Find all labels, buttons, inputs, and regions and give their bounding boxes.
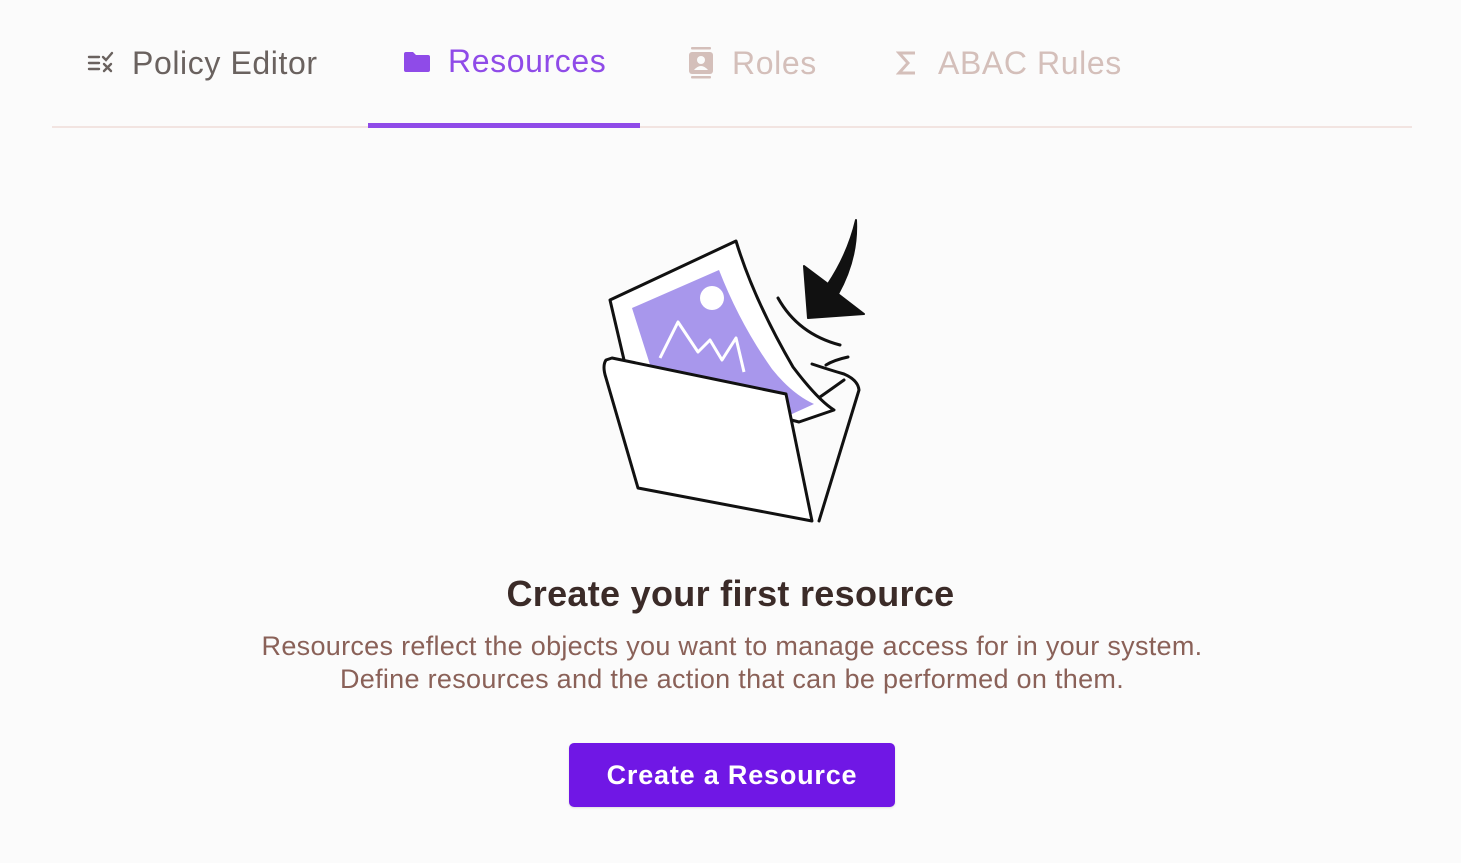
list-check-icon	[86, 48, 116, 78]
tab-label: Policy Editor	[132, 44, 318, 81]
sigma-icon	[892, 48, 922, 78]
tab-resources[interactable]: Resources	[368, 0, 641, 128]
folder-icon	[402, 47, 432, 77]
tab-bar: Policy Editor Resources Roles ABAC Rules	[52, 0, 1412, 128]
tab-label: Resources	[448, 43, 607, 79]
folder-with-image-illustration	[594, 214, 874, 534]
tab-label: Roles	[732, 44, 817, 81]
empty-state-title: Create your first resource	[506, 573, 955, 614]
tab-abac-rules[interactable]: ABAC Rules	[858, 0, 1156, 126]
tab-label: ABAC Rules	[938, 44, 1122, 81]
tab-policy-editor[interactable]: Policy Editor	[52, 0, 352, 126]
tab-roles[interactable]: Roles	[652, 0, 851, 126]
contact-card-icon	[686, 47, 716, 79]
empty-state-description: Resources reflect the objects you want t…	[261, 631, 1203, 694]
create-resource-button[interactable]: Create a Resource	[569, 743, 895, 807]
